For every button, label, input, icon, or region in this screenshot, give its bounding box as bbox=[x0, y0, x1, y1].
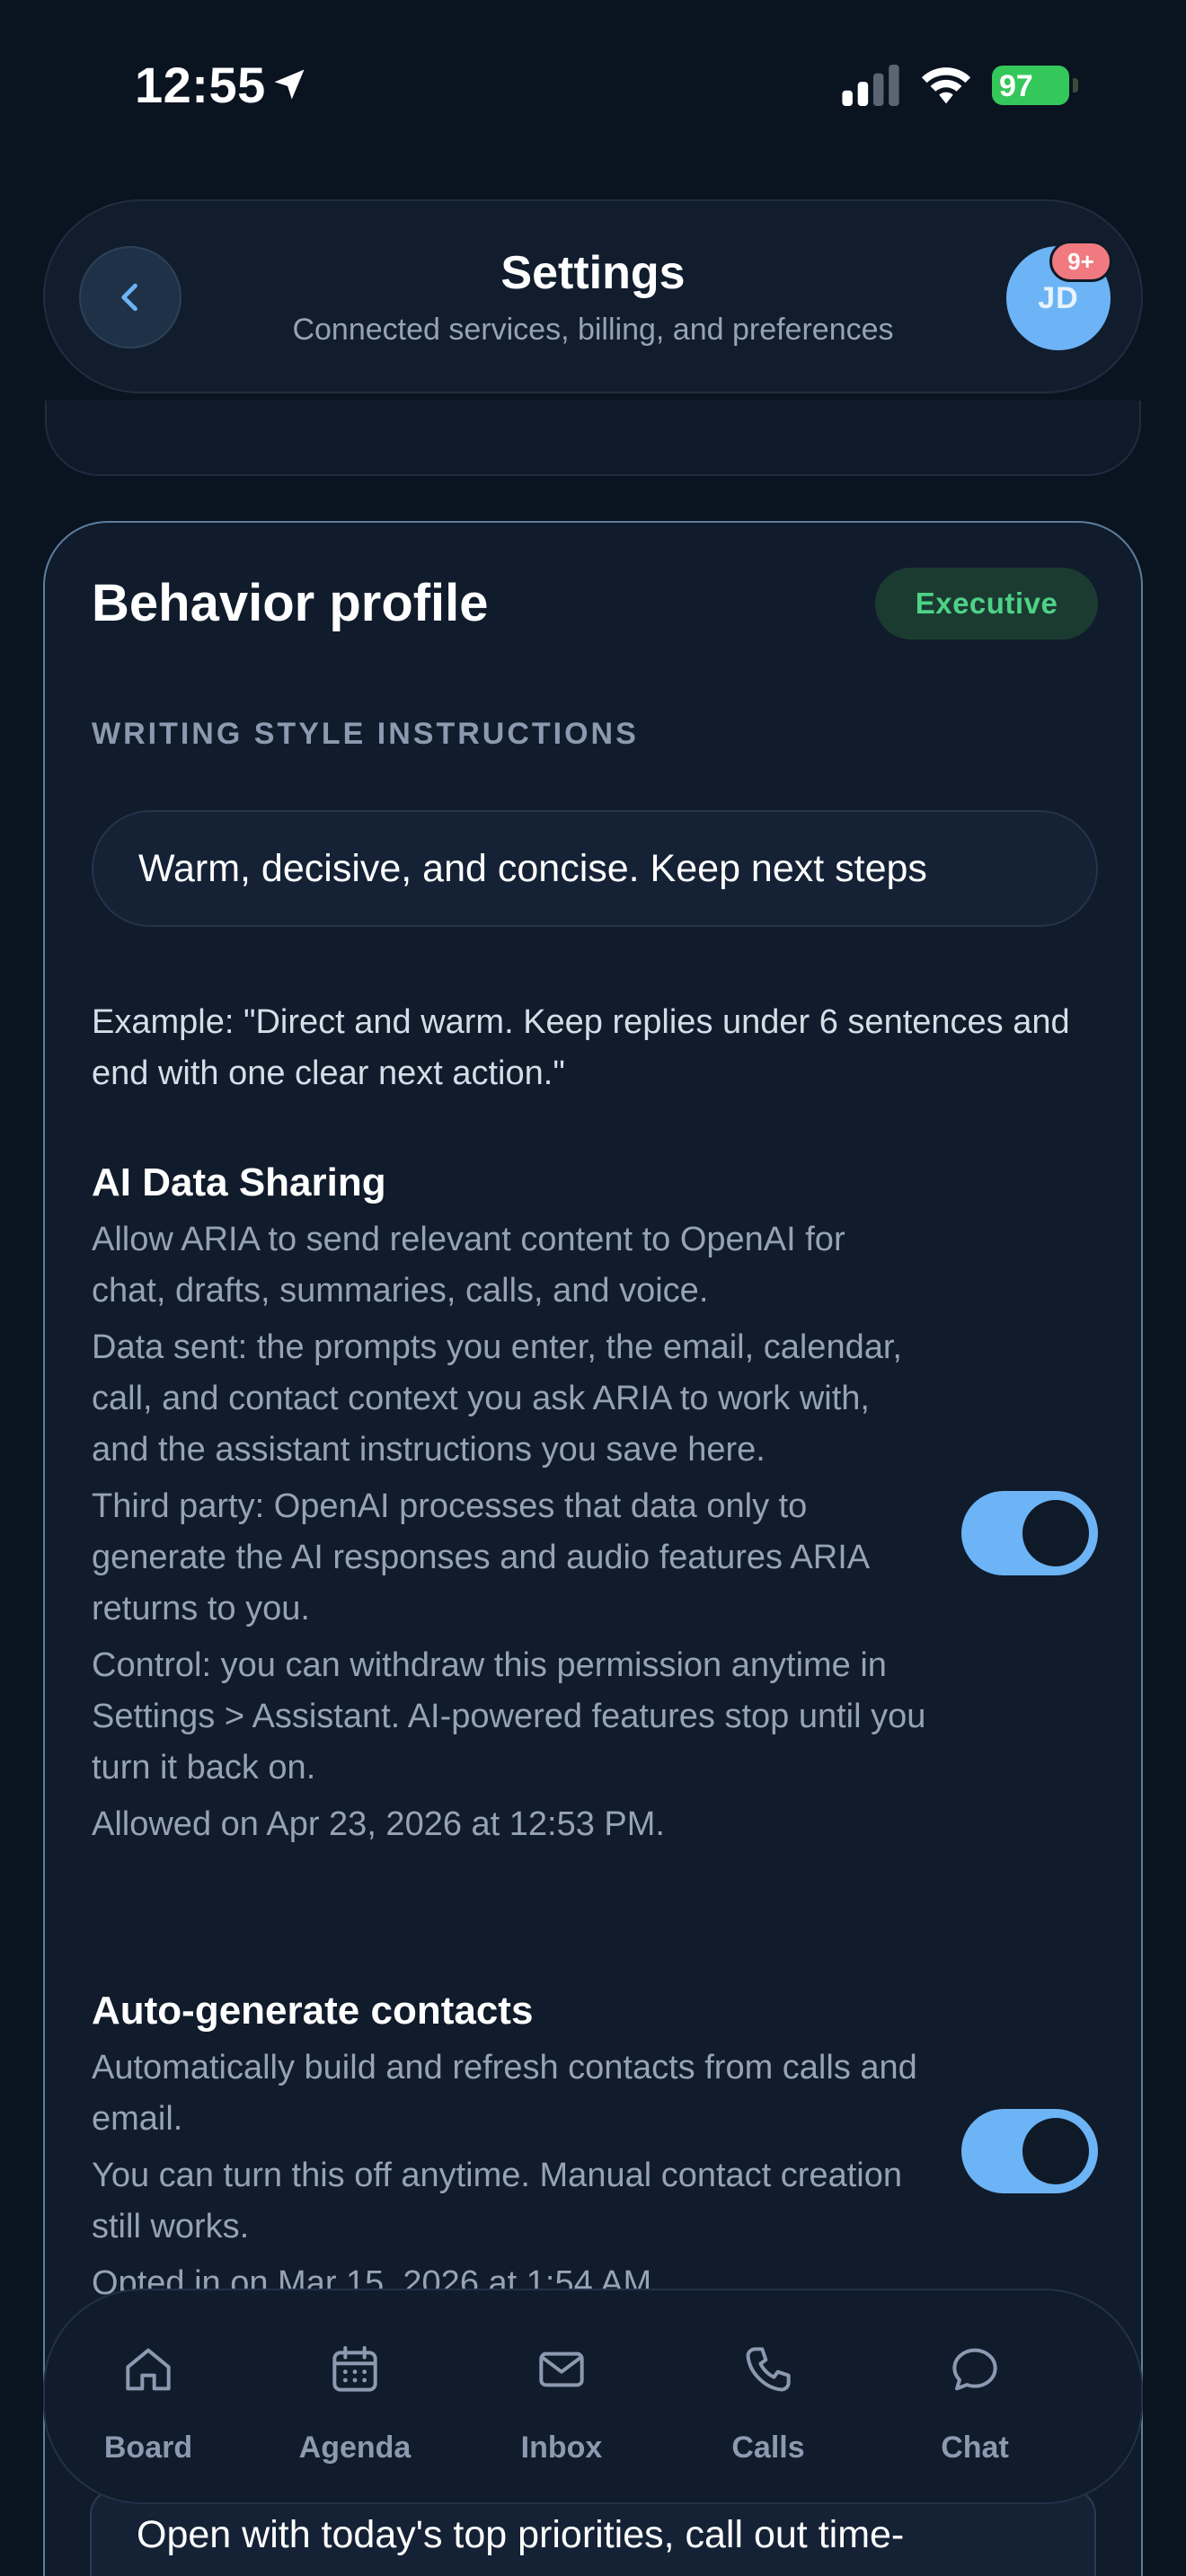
tab-label: Inbox bbox=[520, 2430, 603, 2465]
cellular-signal-icon bbox=[842, 65, 899, 106]
tab-inbox[interactable]: Inbox bbox=[458, 2290, 665, 2506]
settings-screen: 12:55 97 Settings Connected services, bi… bbox=[0, 0, 1186, 2576]
home-icon bbox=[126, 2348, 171, 2391]
ai-data-sent: Data sent: the prompts you enter, the em… bbox=[92, 1328, 902, 1469]
writing-style-label: WRITING STYLE INSTRUCTIONS bbox=[92, 717, 639, 751]
card-title: Behavior profile bbox=[92, 574, 489, 632]
wifi-icon bbox=[921, 67, 971, 104]
ai-data-sharing-section: AI Data Sharing Allow ARIA to send relev… bbox=[92, 1160, 1098, 1850]
ai-data-sharing-description: Allow ARIA to send relevant content to O… bbox=[92, 1221, 845, 1310]
bottom-tab-bar: Board Agenda Inbox Calls Chat bbox=[43, 2289, 1143, 2504]
auto-contacts-title: Auto-generate contacts bbox=[92, 1989, 534, 2033]
mail-icon bbox=[539, 2351, 584, 2387]
auto-contacts-toggle[interactable] bbox=[961, 2109, 1098, 2193]
previous-settings-card bbox=[45, 401, 1141, 476]
tab-label: Chat bbox=[941, 2430, 1009, 2465]
page-title: Settings bbox=[500, 247, 686, 299]
writing-style-input[interactable]: Warm, decisive, and concise. Keep next s… bbox=[92, 810, 1098, 927]
tab-label: Calls bbox=[731, 2430, 805, 2465]
battery-percent: 97 bbox=[999, 69, 1033, 103]
tab-chat[interactable]: Chat bbox=[872, 2290, 1078, 2506]
ai-allowed-on: Allowed on Apr 23, 2026 at 12:53 PM. bbox=[92, 1805, 665, 1843]
status-time: 12:55 bbox=[135, 57, 266, 113]
battery-indicator: 97 bbox=[992, 66, 1078, 105]
tab-label: Board bbox=[103, 2430, 193, 2465]
auto-contacts-description: Automatically build and refresh contacts… bbox=[92, 2049, 917, 2138]
tab-board[interactable]: Board bbox=[45, 2290, 252, 2506]
avatar-initials: JD bbox=[1038, 280, 1079, 315]
location-arrow-icon bbox=[274, 69, 305, 100]
phone-icon bbox=[746, 2347, 791, 2392]
behavior-profile-card: Behavior profile Executive WRITING STYLE… bbox=[43, 521, 1143, 2576]
chat-bubble-icon bbox=[952, 2348, 997, 2391]
ai-data-sharing-toggle[interactable] bbox=[961, 1491, 1098, 1575]
page-subtitle: Connected services, billing, and prefere… bbox=[292, 313, 894, 347]
ai-control: Control: you can withdraw this permissio… bbox=[92, 1646, 926, 1786]
tab-agenda[interactable]: Agenda bbox=[252, 2290, 458, 2506]
auto-contacts-section: Auto-generate contacts Automatically bui… bbox=[92, 1989, 1098, 2309]
ai-third-party: Third party: OpenAI processes that data … bbox=[92, 1487, 869, 1628]
battery-icon: 97 bbox=[992, 66, 1069, 105]
tab-label: Agenda bbox=[298, 2430, 412, 2465]
notification-badge: 9+ bbox=[1049, 241, 1112, 282]
settings-header: Settings Connected services, billing, an… bbox=[43, 199, 1143, 393]
status-bar: 12:55 97 bbox=[0, 0, 1186, 171]
ai-data-sharing-title: AI Data Sharing bbox=[92, 1160, 386, 1204]
tab-calls[interactable]: Calls bbox=[665, 2290, 872, 2506]
writing-style-example: Example: "Direct and warm. Keep replies … bbox=[92, 1003, 1070, 1092]
calendar-icon bbox=[332, 2346, 377, 2392]
profile-badge[interactable]: Executive bbox=[875, 568, 1098, 640]
auto-contacts-note: You can turn this off anytime. Manual co… bbox=[92, 2157, 902, 2245]
